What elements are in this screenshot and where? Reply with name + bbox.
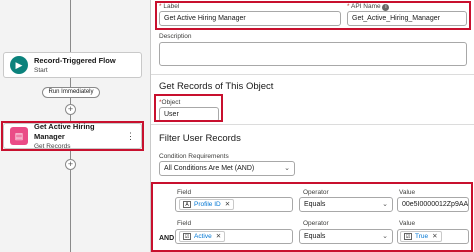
description-label: Description [159, 33, 192, 40]
connector-line [70, 78, 71, 122]
connector-line [70, 170, 71, 252]
add-element-button[interactable]: + [65, 159, 76, 170]
properties-panel: * Label Get Active Hiring Manager * API … [150, 0, 474, 252]
condition-label: Condition Requirements [159, 153, 229, 160]
condition-select[interactable]: All Conditions Are Met (AND) ⌄ [159, 161, 295, 176]
start-node-title: Record-Triggered Flow [34, 55, 116, 65]
connector-line [70, 0, 71, 52]
get-records-title: Get Records of This Object [159, 81, 274, 92]
start-node-subtitle: Start [34, 66, 48, 74]
chevron-down-icon: ⌄ [284, 165, 290, 172]
flow-canvas: ▶ Record-Triggered Flow Start Run Immedi… [0, 0, 150, 252]
add-element-button[interactable]: + [65, 104, 76, 115]
description-textarea[interactable] [159, 42, 467, 66]
highlight-conditions [151, 182, 473, 252]
highlight-get-node [1, 121, 144, 151]
highlight-label-fields [155, 1, 471, 30]
highlight-object-field [154, 94, 223, 122]
run-immediately-pill: Run Immediately [42, 87, 100, 98]
condition-value: All Conditions Are Met (AND) [164, 165, 255, 172]
start-node[interactable]: ▶ Record-Triggered Flow Start [3, 52, 142, 78]
filter-title: Filter User Records [159, 133, 241, 144]
play-icon: ▶ [10, 56, 28, 74]
